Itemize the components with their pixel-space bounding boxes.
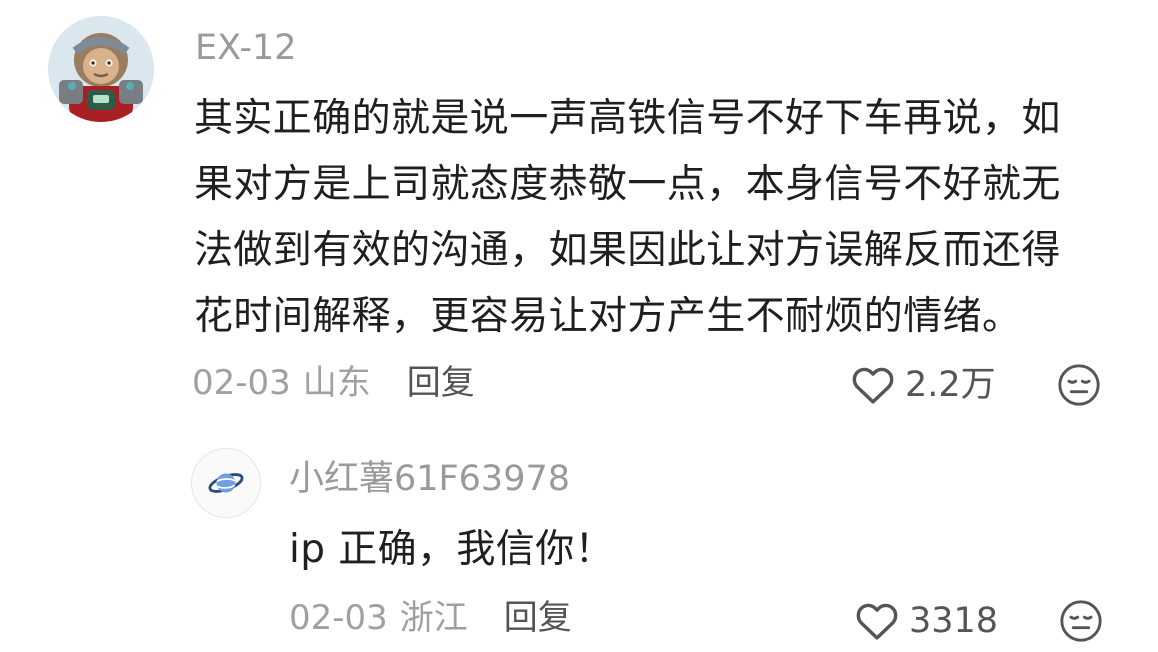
planet-icon bbox=[208, 473, 244, 493]
comment-text-line-3: 法做到有效的沟通，如果因此让对方误解反而还得 bbox=[194, 228, 1061, 273]
reply-text: ip 正确，我信你！ bbox=[289, 527, 614, 572]
reply-button-secondary[interactable]: 回复 bbox=[504, 601, 572, 635]
comment-actions: 2.2万 bbox=[851, 362, 1102, 408]
reply-location: 浙江 bbox=[399, 598, 468, 638]
monkey-character-avatar-icon bbox=[48, 16, 154, 122]
comment-text-line-4: 花时间解释，更容易让对方产生不耐烦的情绪。 bbox=[194, 294, 1022, 339]
user-avatar-ex12[interactable] bbox=[48, 16, 154, 122]
neutral-face-icon[interactable] bbox=[1056, 362, 1102, 408]
reply-actions: 3318 bbox=[855, 598, 1104, 644]
reply-username[interactable]: 小红薯61F63978 bbox=[289, 462, 570, 497]
reply-date: 02-03 bbox=[289, 598, 388, 638]
like-button[interactable]: 2.2万 bbox=[851, 365, 996, 405]
reply-like-count: 3318 bbox=[909, 600, 999, 641]
heart-outline-icon bbox=[852, 367, 894, 404]
neutral-face-icon[interactable] bbox=[1058, 598, 1104, 644]
comment-text-line-1: 其实正确的就是说一声高铁信号不好下车再说，如 bbox=[194, 96, 1061, 141]
comment-location: 山东 bbox=[302, 363, 371, 403]
reply-like-button[interactable]: 3318 bbox=[855, 601, 998, 641]
reply-meta: 02-03 浙江 回复 bbox=[289, 601, 572, 635]
user-avatar-reply[interactable] bbox=[191, 448, 261, 518]
comment-username[interactable]: EX-12 bbox=[195, 31, 297, 66]
comment-meta: 02-03 山东 回复 bbox=[192, 366, 475, 400]
comment-date: 02-03 bbox=[192, 363, 291, 403]
heart-outline-icon bbox=[856, 603, 898, 640]
reply-button[interactable]: 回复 bbox=[407, 366, 475, 400]
like-count: 2.2万 bbox=[905, 364, 996, 405]
comment-text-line-2: 果对方是上司就态度恭敬一点，本身信号不好就无 bbox=[194, 162, 1061, 207]
